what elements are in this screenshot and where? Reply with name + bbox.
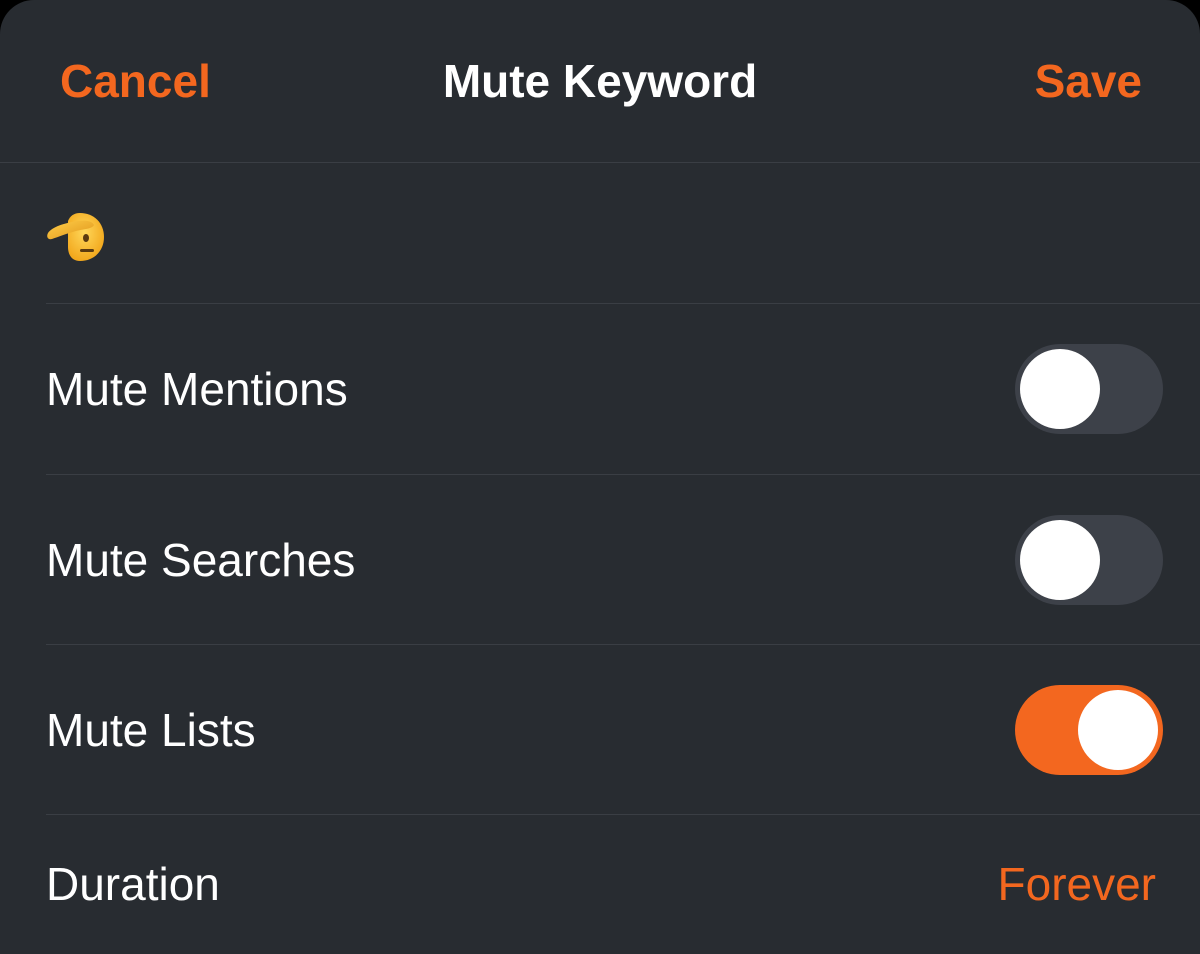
mute-mentions-row: Mute Mentions: [0, 304, 1200, 474]
page-title: Mute Keyword: [442, 55, 758, 107]
duration-label: Duration: [46, 858, 220, 910]
mute-keyword-sheet: Cancel Mute Keyword Save Mute Mentions M…: [0, 0, 1200, 954]
keyword-input[interactable]: [46, 207, 286, 263]
toggle-knob: [1020, 520, 1100, 600]
mute-mentions-label: Mute Mentions: [46, 363, 348, 415]
keyword-row: [0, 163, 1200, 303]
saluting-face-icon: [47, 213, 104, 261]
duration-row[interactable]: Duration Forever: [0, 815, 1200, 954]
navigation-bar: Cancel Mute Keyword Save: [0, 0, 1200, 163]
mute-lists-label: Mute Lists: [46, 704, 256, 756]
mute-mentions-toggle[interactable]: [1015, 344, 1163, 434]
mute-searches-label: Mute Searches: [46, 534, 356, 586]
mute-lists-row: Mute Lists: [0, 645, 1200, 815]
mute-searches-row: Mute Searches: [0, 475, 1200, 645]
mute-lists-toggle[interactable]: [1015, 685, 1163, 775]
mute-searches-toggle[interactable]: [1015, 515, 1163, 605]
toggle-knob: [1078, 690, 1158, 770]
duration-value[interactable]: Forever: [998, 815, 1156, 954]
toggle-knob: [1020, 349, 1100, 429]
save-button[interactable]: Save: [1035, 52, 1142, 110]
